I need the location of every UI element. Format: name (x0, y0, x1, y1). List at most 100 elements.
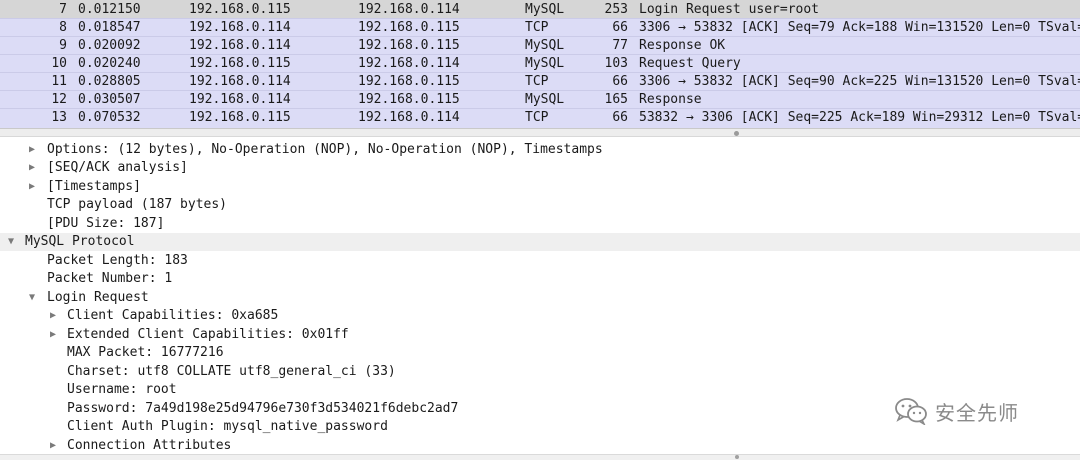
packet-info: 3306 → 53832 [ACK] Seq=79 Ack=188 Win=13… (639, 20, 1080, 35)
tree-item-label: Password: 7a49d198e25d94796e730f3d534021… (67, 401, 459, 416)
packet-time: 0.020092 (78, 38, 141, 53)
tree-item-label: Username: root (67, 382, 177, 397)
tree-item-pdu-size[interactable]: [PDU Size: 187] (0, 215, 1080, 233)
packet-time: 0.070532 (78, 110, 141, 125)
tree-item-timestamps[interactable]: ▶ [Timestamps] (0, 178, 1080, 196)
tree-item-seq-ack[interactable]: ▶ [SEQ/ACK analysis] (0, 159, 1080, 177)
expand-arrow-icon[interactable]: ▶ (47, 307, 59, 325)
packet-number: 8 (59, 20, 67, 35)
packet-time: 0.018547 (78, 20, 141, 35)
packet-destination: 192.168.0.115 (358, 38, 460, 53)
packet-protocol: TCP (525, 110, 549, 125)
packet-destination: 192.168.0.114 (358, 56, 460, 71)
packet-time: 0.012150 (78, 2, 141, 17)
tree-item-label: Options: (12 bytes), No-Operation (NOP),… (47, 142, 603, 157)
packet-row[interactable]: 8 0.018547 192.168.0.114 192.168.0.115 T… (0, 18, 1080, 36)
packet-length: 77 (612, 38, 628, 53)
packet-source: 192.168.0.115 (189, 2, 291, 17)
packet-length: 103 (604, 56, 628, 71)
tree-item-login-request[interactable]: ▼ Login Request (0, 289, 1080, 307)
packet-destination: 192.168.0.114 (358, 2, 460, 17)
packet-info: Login Request user=root (639, 2, 820, 17)
packet-length: 253 (604, 2, 628, 17)
packet-source: 192.168.0.114 (189, 38, 291, 53)
watermark-text: 安全先师 (935, 400, 1019, 425)
packet-info: Response (639, 92, 702, 107)
packet-time: 0.028805 (78, 74, 141, 89)
packet-row[interactable]: 12 0.030507 192.168.0.114 192.168.0.115 … (0, 90, 1080, 108)
packet-list: 7 0.012150 192.168.0.115 192.168.0.114 M… (0, 0, 1080, 128)
tree-item-label: Extended Client Capabilities: 0x01ff (67, 327, 349, 342)
packet-number: 10 (51, 56, 67, 71)
packet-info: 53832 → 3306 [ACK] Seq=225 Ack=189 Win=2… (639, 110, 1080, 125)
packet-row[interactable]: 13 0.070532 192.168.0.115 192.168.0.114 … (0, 108, 1080, 126)
packet-protocol: TCP (525, 74, 549, 89)
packet-protocol: MySQL (525, 38, 565, 53)
collapse-arrow-icon[interactable]: ▼ (26, 289, 38, 307)
tree-item-options[interactable]: ▶ Options: (12 bytes), No-Operation (NOP… (0, 141, 1080, 159)
expand-arrow-icon[interactable]: ▶ (47, 326, 59, 344)
packet-length: 66 (612, 74, 628, 89)
packet-length: 66 (612, 110, 628, 125)
tree-item-label: TCP payload (187 bytes) (47, 197, 228, 212)
tree-item-label: [PDU Size: 187] (47, 216, 165, 231)
packet-source: 192.168.0.115 (189, 56, 291, 71)
packet-info: Request Query (639, 56, 741, 71)
tree-item-label: Client Auth Plugin: mysql_native_passwor… (67, 419, 388, 434)
packet-row[interactable]: 10 0.020240 192.168.0.115 192.168.0.114 … (0, 54, 1080, 72)
packet-row[interactable]: 9 0.020092 192.168.0.114 192.168.0.115 M… (0, 36, 1080, 54)
packet-number: 12 (51, 92, 67, 107)
splitter-grip-icon[interactable] (734, 131, 739, 136)
tree-item-label: Client Capabilities: 0xa685 (67, 308, 279, 323)
packet-number: 11 (51, 74, 67, 89)
packet-protocol: MySQL (525, 92, 565, 107)
tree-item-mysql-protocol[interactable]: ▼ MySQL Protocol (0, 233, 1080, 251)
packet-time: 0.020240 (78, 56, 141, 71)
tree-item-extended-capabilities[interactable]: ▶ Extended Client Capabilities: 0x01ff (0, 326, 1080, 344)
tree-item-charset[interactable]: Charset: utf8 COLLATE utf8_general_ci (3… (0, 363, 1080, 381)
packet-row[interactable]: 7 0.012150 192.168.0.115 192.168.0.114 M… (0, 0, 1080, 18)
packet-number: 9 (59, 38, 67, 53)
packet-number: 13 (51, 110, 67, 125)
packet-number: 7 (59, 2, 67, 17)
pane-splitter[interactable] (0, 128, 1080, 137)
packet-protocol: TCP (525, 20, 549, 35)
packet-info: Response OK (639, 38, 726, 53)
packet-row[interactable]: 11 0.028805 192.168.0.114 192.168.0.115 … (0, 72, 1080, 90)
packet-source: 192.168.0.114 (189, 74, 291, 89)
tree-item-label: MySQL Protocol (25, 234, 135, 249)
packet-info: 3306 → 53832 [ACK] Seq=90 Ack=225 Win=13… (639, 74, 1080, 89)
tree-item-label: [Timestamps] (47, 179, 141, 194)
wechat-logo-icon (895, 398, 927, 425)
tree-item-label: Packet Number: 1 (47, 271, 173, 286)
packet-destination: 192.168.0.115 (358, 20, 460, 35)
packet-source: 192.168.0.114 (189, 20, 291, 35)
tree-item-label: Packet Length: 183 (47, 253, 188, 268)
tree-item-label: [SEQ/ACK analysis] (47, 160, 188, 175)
packet-source: 192.168.0.115 (189, 110, 291, 125)
tree-item-max-packet[interactable]: MAX Packet: 16777216 (0, 344, 1080, 362)
packet-length: 66 (612, 20, 628, 35)
tree-item-tcp-payload[interactable]: TCP payload (187 bytes) (0, 196, 1080, 214)
packet-destination: 192.168.0.114 (358, 110, 460, 125)
packet-source: 192.168.0.114 (189, 92, 291, 107)
tree-item-label: Connection Attributes (67, 438, 232, 453)
packet-destination: 192.168.0.115 (358, 74, 460, 89)
expand-arrow-icon[interactable]: ▶ (47, 437, 59, 455)
tree-item-packet-length[interactable]: Packet Length: 183 (0, 252, 1080, 270)
watermark: 安全先师 (893, 396, 1019, 426)
collapse-arrow-icon[interactable]: ▼ (5, 233, 17, 251)
packet-length: 165 (604, 92, 628, 107)
scroll-grip-icon[interactable] (735, 455, 739, 459)
packet-time: 0.030507 (78, 92, 141, 107)
expand-arrow-icon[interactable]: ▶ (26, 159, 38, 177)
packet-destination: 192.168.0.115 (358, 92, 460, 107)
packet-protocol: MySQL (525, 2, 565, 17)
tree-item-label: MAX Packet: 16777216 (67, 345, 224, 360)
tree-item-connection-attributes[interactable]: ▶ Connection Attributes (0, 437, 1080, 455)
expand-arrow-icon[interactable]: ▶ (26, 178, 38, 196)
horizontal-scrollbar[interactable] (0, 454, 1080, 460)
tree-item-packet-number[interactable]: Packet Number: 1 (0, 270, 1080, 288)
tree-item-client-capabilities[interactable]: ▶ Client Capabilities: 0xa685 (0, 307, 1080, 325)
expand-arrow-icon[interactable]: ▶ (26, 141, 38, 159)
